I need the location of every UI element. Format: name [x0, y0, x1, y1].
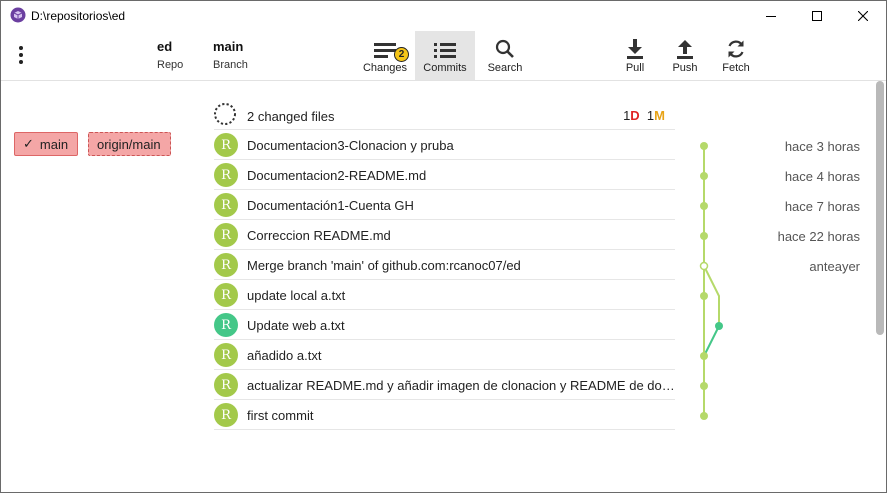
- commit-message: Documentacion3-Clonacion y pruba: [247, 138, 454, 153]
- branch-label: Branch: [213, 59, 248, 71]
- fetch-label: Fetch: [722, 62, 750, 74]
- commit-time: hace 7 horas: [784, 199, 860, 214]
- commit-time: hace 4 horas: [784, 169, 860, 184]
- push-button[interactable]: Push: [667, 31, 703, 80]
- author-avatar: R: [214, 343, 238, 367]
- pull-label: Pull: [625, 62, 645, 74]
- commit-message: Documentación1-Cuenta GH: [247, 198, 414, 213]
- branch-tag-origin-main[interactable]: origin/main: [88, 132, 171, 156]
- commit-row[interactable]: R actualizar README.md y añadir imagen d…: [214, 370, 675, 400]
- maximize-button[interactable]: [794, 1, 840, 31]
- modified-marker: M: [654, 108, 665, 123]
- deleted-marker: D: [630, 108, 640, 123]
- uncommitted-changes-icon: [214, 103, 236, 125]
- changes-count-badge: 2: [394, 47, 409, 62]
- branch-tag-main[interactable]: ✓ main: [14, 132, 78, 156]
- app-window: D:\repositorios\ed ed Repo main Branch 2…: [0, 0, 887, 493]
- commit-message: Merge branch 'main' of github.com:rcanoc…: [247, 258, 521, 273]
- author-avatar: R: [214, 133, 238, 157]
- changed-files-text: 2 changed files: [247, 109, 335, 124]
- search-button[interactable]: Search: [482, 31, 528, 80]
- change-stats: 1D 1M: [623, 108, 665, 123]
- commit-node: [700, 172, 708, 180]
- commit-row[interactable]: R update local a.txt: [214, 280, 675, 310]
- commit-message: Update web a.txt: [247, 318, 345, 333]
- commit-time: hace 3 horas: [784, 139, 860, 154]
- commit-message: first commit: [247, 408, 314, 423]
- commit-node: [700, 292, 708, 300]
- commit-graph: [699, 142, 723, 420]
- commit-row[interactable]: R Documentación1-Cuenta GH: [214, 190, 675, 220]
- title-bar: D:\repositorios\ed: [1, 1, 886, 31]
- author-avatar: R: [214, 313, 238, 337]
- author-avatar: R: [214, 373, 238, 397]
- commit-node: [700, 412, 708, 420]
- commit-time: anteayer: [809, 259, 860, 274]
- pull-arrow-down-icon: [627, 39, 643, 59]
- push-label: Push: [672, 62, 698, 74]
- commit-message: añadido a.txt: [247, 348, 322, 363]
- window-title: D:\repositorios\ed: [31, 9, 126, 23]
- close-icon: [858, 11, 868, 21]
- commit-row[interactable]: R Documentacion3-Clonacion y pruba: [214, 130, 675, 160]
- commit-node: [715, 322, 723, 330]
- commit-row[interactable]: R añadido a.txt: [214, 340, 675, 370]
- commits-list-icon: [434, 43, 456, 58]
- search-icon: [495, 39, 514, 58]
- close-button[interactable]: [840, 1, 886, 31]
- commit-node: [700, 352, 708, 360]
- author-avatar: R: [214, 223, 238, 247]
- toolbar: ed Repo main Branch 2 Changes Commits Se…: [1, 31, 886, 81]
- author-avatar: R: [214, 253, 238, 277]
- author-avatar: R: [214, 163, 238, 187]
- branch-name: main: [213, 39, 244, 54]
- branch-tag-label: origin/main: [97, 136, 161, 152]
- changes-icon: [374, 43, 396, 58]
- author-avatar: R: [214, 193, 238, 217]
- author-avatar: R: [214, 283, 238, 307]
- app-logo-icon: [10, 7, 26, 23]
- changes-label: Changes: [362, 62, 408, 74]
- commit-message: actualizar README.md y añadir imagen de …: [247, 378, 675, 393]
- commit-row[interactable]: R Documentacion2-README.md: [214, 160, 675, 190]
- merge-commit-node: [699, 261, 709, 271]
- repo-selector[interactable]: ed Repo: [157, 39, 183, 71]
- commit-message: Documentacion2-README.md: [247, 168, 427, 183]
- checkmark-icon: ✓: [23, 136, 34, 151]
- more-options-icon[interactable]: [13, 41, 29, 69]
- commit-message: update local a.txt: [247, 288, 346, 303]
- author-avatar: R: [214, 403, 238, 427]
- minimize-icon: [766, 16, 776, 17]
- commit-node: [700, 232, 708, 240]
- commit-node: [700, 142, 708, 150]
- commit-time: hace 22 horas: [777, 229, 860, 244]
- maximize-icon: [812, 11, 822, 21]
- commit-row[interactable]: R Correccion README.md: [214, 220, 675, 250]
- repo-label: Repo: [157, 59, 184, 71]
- branch-tag-label: main: [39, 136, 69, 152]
- push-arrow-up-icon: [677, 40, 693, 59]
- pull-button[interactable]: Pull: [617, 31, 653, 80]
- commits-label: Commits: [423, 62, 467, 74]
- commit-node: [700, 382, 708, 390]
- commit-row[interactable]: R first commit: [214, 400, 675, 430]
- commits-button[interactable]: Commits: [415, 31, 475, 80]
- commit-node: [700, 202, 708, 210]
- repo-name: ed: [157, 39, 173, 54]
- search-label: Search: [487, 62, 523, 74]
- commit-message: Correccion README.md: [247, 228, 391, 243]
- commit-row[interactable]: R Merge branch 'main' of github.com:rcan…: [214, 250, 675, 280]
- fetch-button[interactable]: Fetch: [717, 31, 755, 80]
- refresh-icon: [728, 40, 744, 58]
- changes-button[interactable]: 2 Changes: [357, 31, 413, 80]
- vertical-scrollbar[interactable]: [876, 81, 884, 335]
- branch-selector[interactable]: main Branch: [213, 39, 248, 71]
- changed-files-row[interactable]: 2 changed files 1D 1M: [214, 101, 675, 130]
- minimize-button[interactable]: [748, 1, 794, 31]
- commit-row[interactable]: R Update web a.txt: [214, 310, 675, 340]
